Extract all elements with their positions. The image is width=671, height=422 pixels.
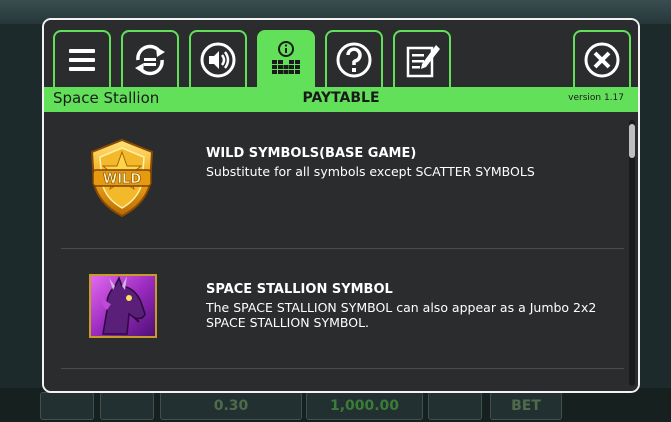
tab-bar [44,20,638,89]
game-control-bar: 0.30 1,000.00 BET [0,388,671,422]
symbol-title: SPACE STALLION SYMBOL [206,282,393,297]
close-icon [584,42,620,78]
list-item: SPACE STALLION SYMBOL The SPACE STALLION… [61,248,624,369]
menu-icon [69,49,95,71]
list-item: WILD WILD SYMBOLS(BASE GAME) Substitute … [61,112,624,249]
version-label: version 1.17 [568,93,624,103]
wild-shield-icon: WILD [90,138,154,218]
close-button[interactable] [573,30,631,88]
page-title: PAYTABLE [302,90,380,106]
symbol-title: WILD SYMBOLS(BASE GAME) [206,146,417,161]
scrollbar-thumb[interactable] [629,124,635,158]
bg-control-button [428,392,482,420]
space-stallion-icon [89,274,157,338]
help-icon [336,42,372,78]
bg-control-button [40,392,94,420]
paytable-icon [272,41,300,74]
bg-bet-label: BET [490,392,562,420]
tab-paytable[interactable] [257,30,315,88]
bg-control-button [100,392,154,420]
paytable-content[interactable]: WILD WILD SYMBOLS(BASE GAME) Substitute … [44,112,638,391]
tab-help[interactable] [325,30,383,88]
sound-icon [200,42,236,78]
tab-history[interactable] [393,30,451,88]
symbol-description: Substitute for all symbols except SCATTE… [206,164,535,179]
symbol-description: The SPACE STALLION SYMBOL can also appea… [206,300,597,330]
tab-autoplay[interactable] [121,30,179,88]
history-icon [406,45,440,78]
autoplay-icon [135,44,165,76]
tab-sound[interactable] [189,30,247,88]
paytable-panel: Space Stallion PAYTABLE version 1.17 WIL… [42,18,640,393]
bg-bet-display: 0.30 [160,392,302,420]
wild-icon-text: WILD [103,172,141,187]
bg-balance-display: 1,000.00 [306,392,423,420]
scrollbar-track[interactable] [629,120,635,386]
tab-menu[interactable] [53,30,111,88]
title-bar: Space Stallion PAYTABLE version 1.17 [44,87,638,112]
